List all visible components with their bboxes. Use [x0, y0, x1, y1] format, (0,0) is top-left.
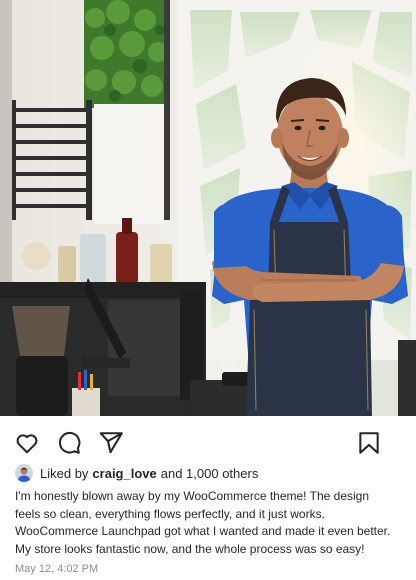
like-button[interactable] [13, 429, 41, 457]
caption-line: I'm honestly blown away by my WooCommerc… [15, 489, 369, 503]
comment-icon [58, 431, 81, 454]
heart-icon [16, 434, 38, 454]
send-icon [99, 432, 123, 454]
post-timestamp: May 12, 4:02 PM [15, 563, 99, 575]
comment-button[interactable] [55, 429, 83, 457]
caption-line: WooCommerce Launchpad got what I wanted … [15, 524, 391, 538]
share-button[interactable] [97, 429, 125, 457]
likes-summary: Liked by craig_love and 1,000 others [15, 463, 258, 483]
caption-line: feels so clean, everything flows perfect… [15, 506, 325, 521]
post-action-bar [0, 416, 416, 466]
post-caption: I'm honestly blown away by my WooCommerc… [15, 488, 407, 558]
man-arms-crossed-photo [0, 0, 416, 416]
avatar[interactable] [15, 464, 33, 482]
likes-others-link[interactable]: and 1,000 others [161, 466, 259, 481]
save-button[interactable] [355, 429, 383, 457]
post-photo[interactable] [0, 0, 416, 416]
liker-username-link[interactable]: craig_love [92, 466, 156, 481]
user-avatar-icon [15, 464, 33, 482]
likes-prefix: Liked by [40, 465, 89, 481]
caption-line: My store looks fantastic now, and the wh… [15, 541, 365, 556]
bookmark-icon [359, 432, 379, 454]
